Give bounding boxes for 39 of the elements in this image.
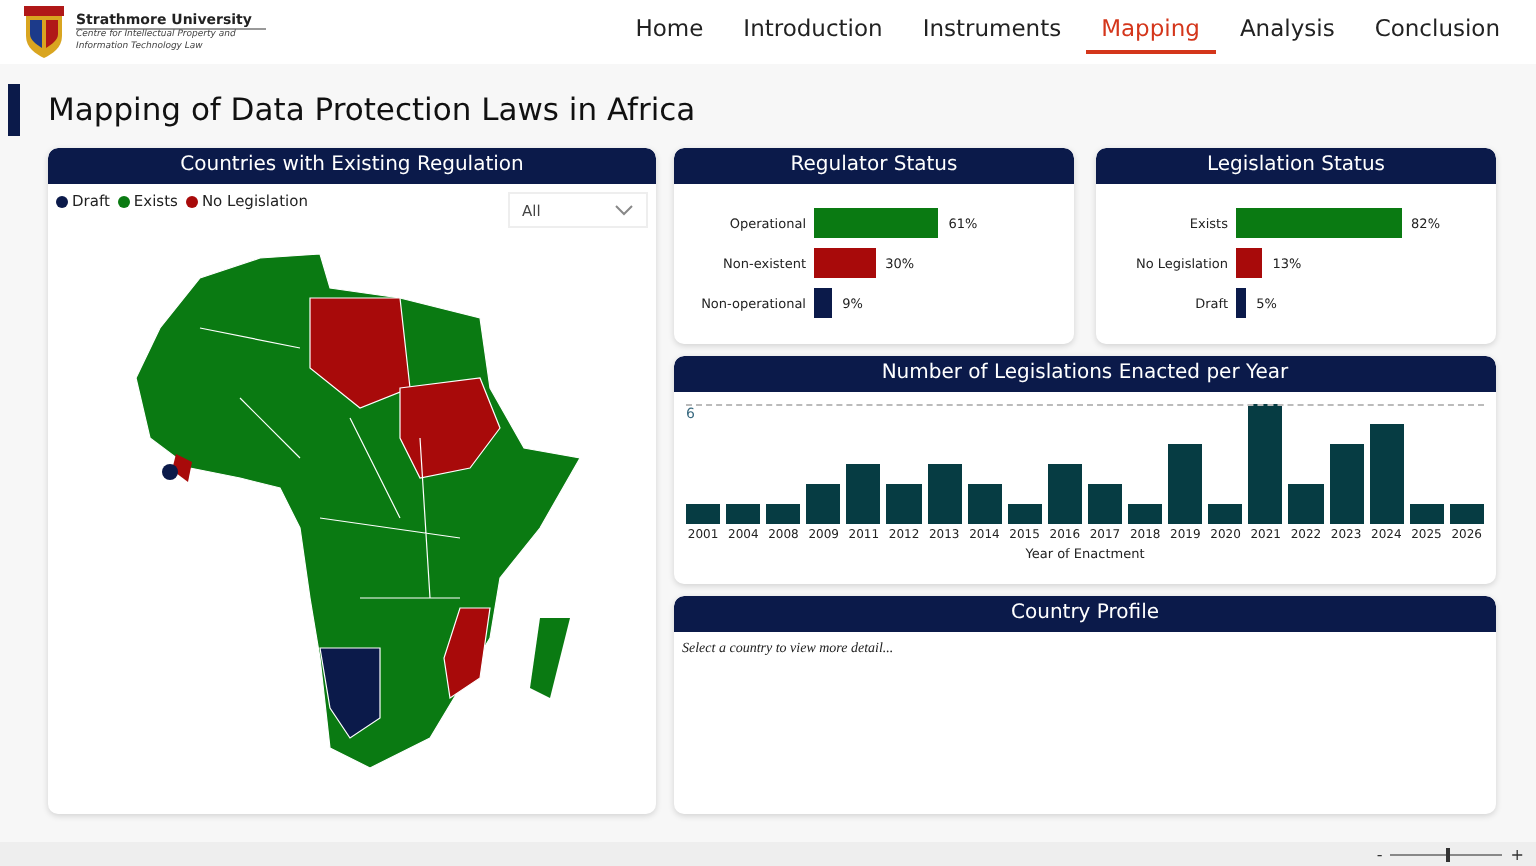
page-title: Mapping of Data Protection Laws in Africa: [48, 92, 696, 128]
bar[interactable]: [1007, 504, 1042, 524]
bar[interactable]: [806, 484, 841, 524]
bar[interactable]: [1236, 288, 1247, 318]
zoom-in-button[interactable]: +: [1510, 845, 1524, 863]
zoom-out-button[interactable]: -: [1376, 845, 1383, 863]
nav-tab[interactable]: Introduction: [727, 10, 899, 54]
bar[interactable]: [1449, 504, 1484, 524]
bar[interactable]: [1208, 504, 1243, 524]
bar[interactable]: [1087, 484, 1123, 524]
bar[interactable]: [1128, 504, 1163, 524]
nav-tab[interactable]: Home: [619, 10, 720, 54]
chevron-down-icon: [614, 204, 634, 216]
nav-tab[interactable]: Analysis: [1223, 10, 1351, 54]
nav-tab[interactable]: Instruments: [906, 10, 1078, 54]
crest-icon: [20, 4, 68, 60]
bar[interactable]: [1329, 444, 1364, 524]
accent-bar: [8, 84, 20, 136]
bar[interactable]: [846, 464, 881, 524]
bar[interactable]: [726, 504, 761, 524]
card-title: Countries with Existing Regulation: [180, 154, 524, 176]
nav-tab[interactable]: Mapping: [1085, 10, 1216, 54]
bar[interactable]: [1168, 444, 1203, 524]
slider-thumb[interactable]: [1446, 847, 1451, 861]
bar[interactable]: [967, 484, 1002, 524]
bar[interactable]: [1047, 464, 1082, 524]
bar[interactable]: [814, 288, 833, 318]
bar[interactable]: [686, 504, 721, 524]
card-title: Country Profile: [1011, 602, 1159, 624]
card-title: Number of Legislations Enacted per Year: [881, 362, 1289, 384]
card-title: Regulator Status: [790, 154, 958, 176]
bar[interactable]: [927, 464, 962, 524]
bar[interactable]: [1248, 404, 1283, 524]
bar[interactable]: [1409, 504, 1444, 524]
bar[interactable]: [766, 504, 801, 524]
bar[interactable]: [1236, 248, 1263, 278]
card-title: Legislation Status: [1207, 154, 1385, 176]
bar[interactable]: [1369, 424, 1404, 524]
nav-tab[interactable]: Conclusion: [1358, 10, 1516, 54]
